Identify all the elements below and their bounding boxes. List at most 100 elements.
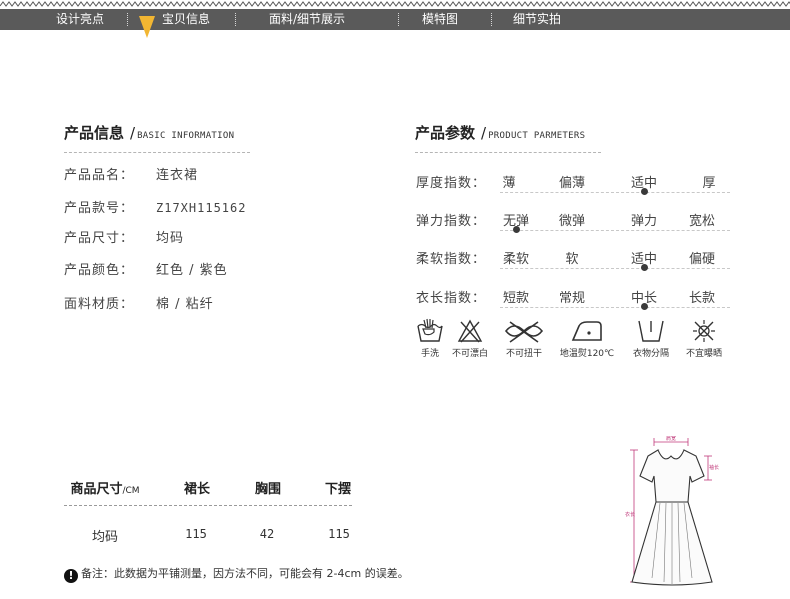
nav-separator xyxy=(491,13,492,26)
low-iron-icon xyxy=(571,321,602,341)
size-table-cell: 115 xyxy=(185,527,207,541)
info-row-name: 产品品名： 连衣裙 xyxy=(64,167,198,185)
size-table-col-chest: 胸围 xyxy=(254,482,282,497)
param-label: 衣长指数： xyxy=(416,291,487,306)
care-low-iron: 地温熨120℃ xyxy=(554,318,620,359)
info-label: 产品尺寸： xyxy=(64,231,135,246)
size-table-header-label: 商品尺寸/CM xyxy=(70,478,139,497)
no-wring-icon xyxy=(504,321,544,343)
info-label: 产品颜色： xyxy=(64,263,135,278)
info-value: 均码 xyxy=(156,231,185,246)
care-label: 不可扭干 xyxy=(505,349,542,359)
diagram-length-label: 衣长 xyxy=(625,511,635,518)
info-row-style-number: 产品款号： Z17XH115162 xyxy=(64,199,246,217)
nav-bar: 设计亮点 宝贝信息 面料/细节展示 模特图 细节实拍 xyxy=(0,9,790,30)
param-label: 弹力指数： xyxy=(416,214,487,229)
info-value: 棉 / 粘纤 xyxy=(156,297,214,312)
warning-icon: ! xyxy=(64,569,78,583)
nav-separator xyxy=(127,13,128,26)
info-value: 红色 / 紫色 xyxy=(156,263,228,278)
param-option: 软 xyxy=(565,252,579,267)
care-no-sun-dry: 不宜曝晒 xyxy=(680,318,728,359)
nav-separator xyxy=(235,13,236,26)
param-selected-dot xyxy=(641,264,648,271)
param-selected-dot xyxy=(641,303,648,310)
wash-separately-icon xyxy=(638,320,664,342)
product-info-title: 产品信息 xyxy=(64,124,125,142)
care-label: 不宜曝晒 xyxy=(685,349,722,359)
care-no-bleach: 不可漂白 xyxy=(446,318,494,359)
param-selected-dot xyxy=(513,226,520,233)
size-table-cell: 42 xyxy=(259,527,275,541)
info-row-material: 面料材质： 棉 / 粘纤 xyxy=(64,296,214,314)
care-wash-separately: 衣物分隔 xyxy=(626,318,676,359)
param-option: 微弹 xyxy=(558,214,586,229)
heading-slash: / xyxy=(481,124,487,142)
param-label: 柔软指数： xyxy=(416,252,487,267)
param-scale-line xyxy=(500,307,730,308)
nav-zigzag-border xyxy=(0,0,790,9)
size-table-unit: /CM xyxy=(122,486,140,496)
info-label: 产品品名： xyxy=(64,168,135,183)
param-option: 长款 xyxy=(688,291,716,306)
size-table-col-hem: 下摆 xyxy=(324,482,352,497)
product-info-heading: 产品信息 / BASIC INFORMATION xyxy=(64,122,234,143)
info-value: Z17XH115162 xyxy=(156,201,247,215)
param-option: 短款 xyxy=(502,291,530,306)
param-row-length: 衣长指数： 短款 常规 中长 长款 xyxy=(416,287,730,313)
param-selected-dot xyxy=(641,188,648,195)
product-params-title: 产品参数 xyxy=(415,124,476,142)
note-text: 备注：此数据为平铺测量，因方法不同，可能会有 2-4cm 的误差。 xyxy=(81,567,409,580)
info-label: 面料材质： xyxy=(64,297,135,312)
dress-measurement-diagram: 肩宽 胸围 衣长 袖长 xyxy=(624,435,720,588)
param-label: 厚度指数： xyxy=(416,176,487,191)
info-value: 连衣裙 xyxy=(156,168,199,183)
param-row-thickness: 厚度指数： 薄 偏薄 适中 厚 xyxy=(416,172,730,198)
info-row-color: 产品颜色： 红色 / 紫色 xyxy=(64,262,228,280)
care-label: 地温熨120℃ xyxy=(559,349,615,359)
no-bleach-icon xyxy=(457,319,483,343)
diagram-shoulder-label: 肩宽 xyxy=(666,436,676,442)
care-no-wring: 不可扭干 xyxy=(500,318,548,359)
nav-item-model-photos[interactable]: 模特图 xyxy=(422,9,458,30)
size-table-cell-size: 均码 xyxy=(91,530,119,545)
param-row-softness: 柔软指数： 柔软 软 适中 偏硬 xyxy=(416,248,730,274)
dress-outline-icon: 肩宽 胸围 衣长 袖长 xyxy=(625,435,719,586)
param-option: 柔软 xyxy=(502,252,530,267)
care-label: 衣物分隔 xyxy=(632,349,669,359)
nav-item-product-info[interactable]: 宝贝信息 xyxy=(162,9,210,30)
nav-item-fabric-details[interactable]: 面料/细节展示 xyxy=(269,9,345,30)
param-option: 偏硬 xyxy=(688,252,716,267)
info-row-size: 产品尺寸： 均码 xyxy=(64,230,184,248)
param-scale-line xyxy=(500,268,730,269)
no-sun-dry-icon xyxy=(693,320,715,342)
size-table-title: 商品尺寸 xyxy=(70,482,123,497)
care-hand-wash: 手洗 xyxy=(414,318,446,359)
heading-slash: / xyxy=(130,124,136,142)
param-row-elasticity: 弹力指数： 无弹 微弹 弹力 宽松 xyxy=(416,210,730,236)
param-scale-line xyxy=(500,192,730,193)
size-table-col-length: 裙长 xyxy=(183,482,211,497)
product-info-subtitle: BASIC INFORMATION xyxy=(137,131,235,141)
size-table-cell: 115 xyxy=(328,527,350,541)
hand-wash-icon xyxy=(417,318,443,342)
product-params-divider xyxy=(415,152,601,153)
param-scale-line xyxy=(500,230,730,231)
active-nav-marker-icon xyxy=(139,16,155,38)
product-params-subtitle: PRODUCT PARMETERS xyxy=(488,131,586,141)
param-option: 薄 xyxy=(502,176,516,191)
product-params-heading: 产品参数 / PRODUCT PARMETERS xyxy=(415,122,585,143)
param-option: 宽松 xyxy=(688,214,716,229)
param-option: 弹力 xyxy=(630,214,658,229)
care-label: 不可漂白 xyxy=(451,349,488,359)
size-table-divider xyxy=(64,505,352,506)
param-option: 偏薄 xyxy=(558,176,586,191)
nav-item-design-highlights[interactable]: 设计亮点 xyxy=(56,9,104,30)
info-label: 产品款号： xyxy=(64,201,135,216)
nav-separator xyxy=(398,13,399,26)
diagram-sleeve-label: 袖长 xyxy=(709,464,719,471)
nav-item-detail-photos[interactable]: 细节实拍 xyxy=(513,9,561,30)
measurement-note: ! 备注：此数据为平铺测量，因方法不同，可能会有 2-4cm 的误差。 xyxy=(64,566,409,583)
param-option: 厚 xyxy=(702,176,716,191)
care-label: 手洗 xyxy=(420,349,439,359)
